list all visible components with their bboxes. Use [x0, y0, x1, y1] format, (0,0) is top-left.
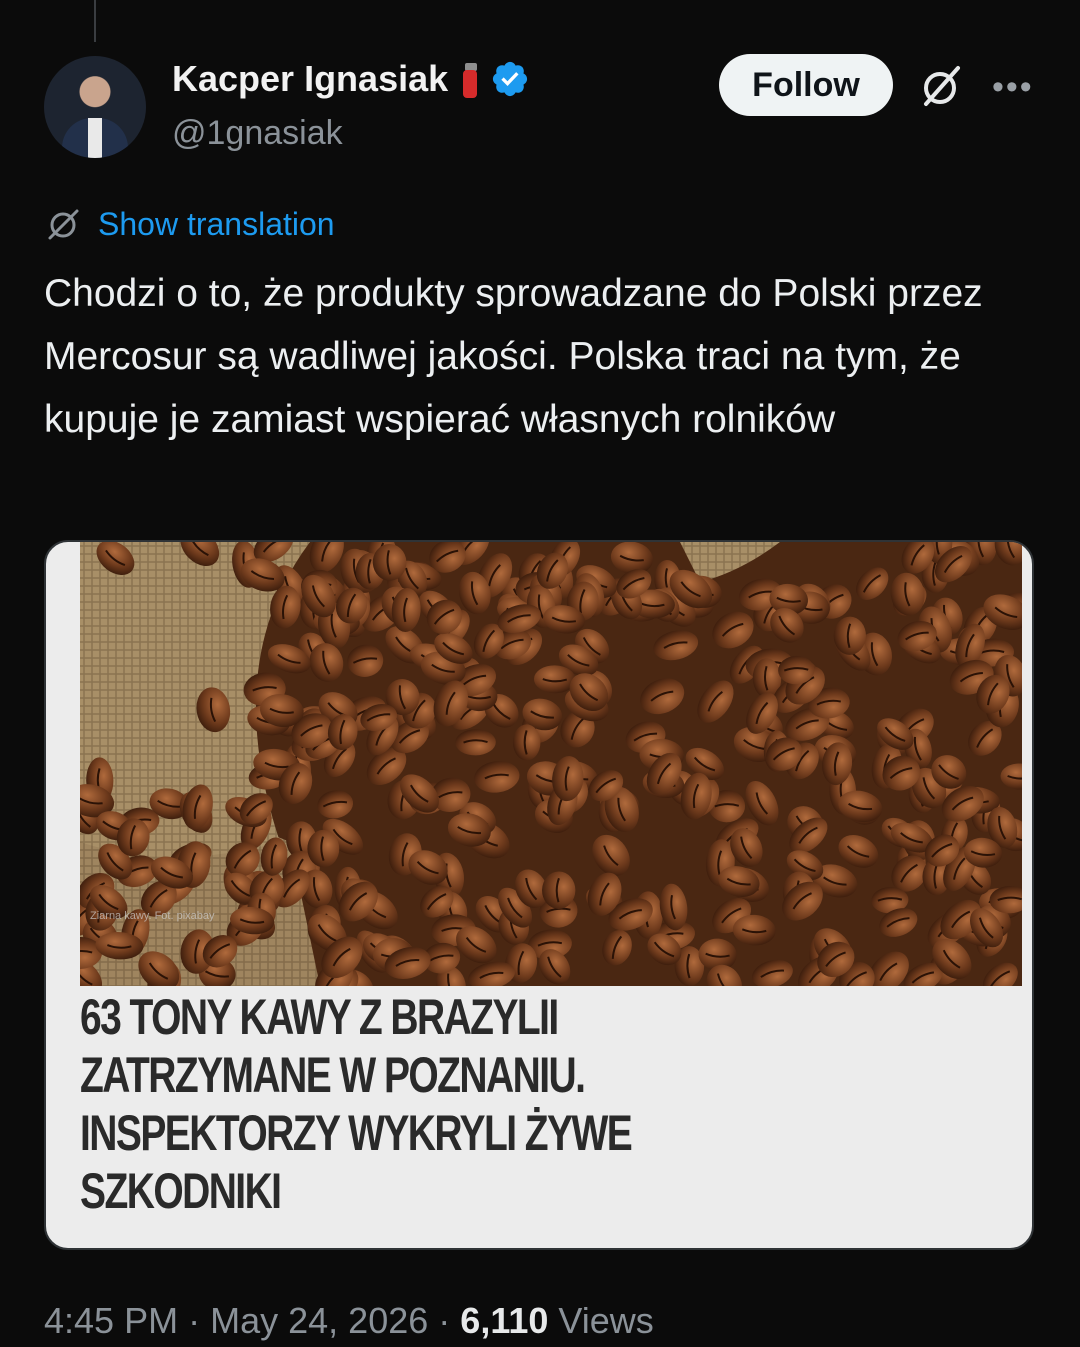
headline-line: INSPEKTORZY WYKRYLI ŻYWE: [80, 1105, 633, 1161]
show-translation-link[interactable]: Show translation: [98, 206, 335, 243]
avatar[interactable]: [44, 56, 146, 158]
fire-extinguisher-icon: [458, 60, 480, 98]
article-card[interactable]: Ziarna kawy. Fot. pixabay 63 TONY KAWY Z…: [44, 540, 1034, 1250]
translate-icon: [48, 209, 79, 240]
article-headline: 63 TONY KAWY Z BRAZYLII ZATRZYMANE W POZ…: [80, 988, 704, 1220]
more-options-icon[interactable]: •••: [992, 68, 1034, 107]
tweet-time[interactable]: 4:45 PM: [44, 1300, 178, 1341]
verified-badge-icon[interactable]: [490, 59, 530, 99]
thread-connector-line: [94, 0, 96, 42]
headline-line: ZATRZYMANE W POZNANIU.: [80, 1047, 586, 1103]
author-name[interactable]: Kacper Ignasiak: [172, 58, 448, 100]
tweet-date[interactable]: May 24, 2026: [210, 1300, 428, 1341]
views-label: Views: [558, 1300, 654, 1341]
photo-caption: Ziarna kawy. Fot. pixabay: [90, 910, 215, 922]
coffee-beans-image: [80, 542, 1022, 986]
show-translation-row[interactable]: Show translation: [44, 204, 335, 244]
grok-icon[interactable]: [918, 62, 966, 110]
meta-separator: ·: [188, 1300, 201, 1341]
author-handle[interactable]: @1gnasiak: [172, 114, 343, 153]
meta-separator: ·: [438, 1300, 451, 1341]
headline-line: SZKODNIKI: [80, 1163, 282, 1219]
author-name-row: Kacper Ignasiak: [172, 58, 530, 100]
follow-button[interactable]: Follow: [719, 54, 893, 116]
views-count: 6,110: [460, 1300, 549, 1341]
tweet-meta: 4:45 PM · May 24, 2026 · 6,110 Views: [44, 1300, 654, 1342]
tweet-text: Chodzi o to, że produkty sprowadzane do …: [44, 272, 983, 441]
avatar-shirt: [88, 118, 102, 158]
headline-line: 63 TONY KAWY Z BRAZYLII: [80, 989, 559, 1045]
